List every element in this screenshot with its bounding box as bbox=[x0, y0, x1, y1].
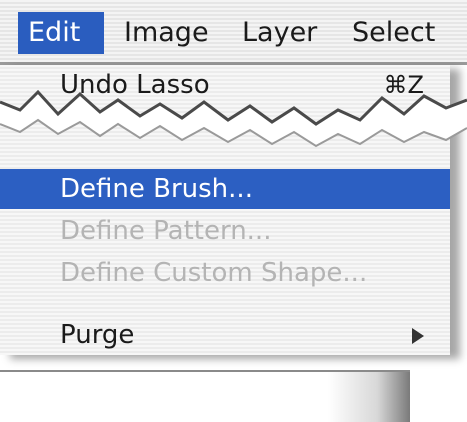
menu-item-purge[interactable]: Purge bbox=[0, 315, 450, 355]
menu-item-define-pattern: Define Pattern... bbox=[0, 211, 450, 251]
menu-bar: Edit Image Layer Select bbox=[0, 0, 467, 65]
menu-item-label: Define Pattern... bbox=[60, 216, 272, 246]
menu-item-define-brush[interactable]: Define Brush... bbox=[0, 169, 450, 209]
menu-edit[interactable]: Edit bbox=[18, 12, 104, 54]
torn-edge-decoration bbox=[0, 89, 467, 148]
menu-select[interactable]: Select bbox=[342, 12, 445, 54]
background-panel-fragment bbox=[0, 370, 410, 422]
triangle-right-icon bbox=[412, 328, 424, 344]
menu-item-label: Define Custom Shape... bbox=[60, 258, 368, 288]
menu-item-define-custom-shape: Define Custom Shape... bbox=[0, 253, 450, 293]
menu-image[interactable]: Image bbox=[114, 12, 219, 54]
menu-layer[interactable]: Layer bbox=[232, 12, 327, 54]
menu-item-label: Purge bbox=[60, 320, 135, 350]
menu-item-label: Define Brush... bbox=[60, 174, 253, 204]
